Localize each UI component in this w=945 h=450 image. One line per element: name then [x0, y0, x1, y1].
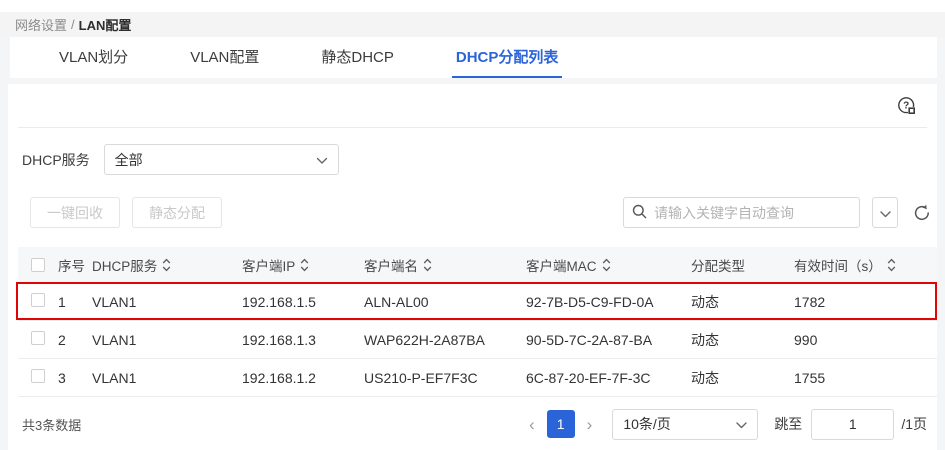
- cell-lease-time: 1755: [794, 369, 826, 386]
- column-header-dhcp-service[interactable]: DHCP服务: [92, 255, 242, 275]
- table-row: 1 VLAN1 192.168.1.5 ALN-AL00 92-7B-D5-C9…: [16, 282, 937, 321]
- page-number-button[interactable]: 1: [546, 410, 575, 438]
- total-count-text: 共3条数据: [22, 417, 82, 433]
- top-strip: [0, 0, 945, 12]
- cell-client-ip: 192.168.1.5: [242, 293, 316, 310]
- chevron-down-icon: [316, 152, 328, 168]
- cell-dhcp-service: VLAN1: [92, 293, 137, 310]
- sort-icon[interactable]: [602, 258, 611, 272]
- tab-bar: VLAN划分 VLAN配置 静态DHCP DHCP分配列表: [10, 37, 937, 78]
- search-input[interactable]: [654, 204, 851, 221]
- column-header-client-name[interactable]: 客户端名: [364, 255, 526, 275]
- cell-index: 2: [58, 331, 66, 348]
- breadcrumb: 网络设置 / LAN配置: [0, 12, 945, 37]
- page-size-value: 10条/页: [623, 416, 671, 432]
- sort-icon[interactable]: [423, 258, 432, 272]
- cell-alloc-type: 动态: [691, 331, 719, 348]
- row-checkbox[interactable]: [31, 293, 45, 307]
- column-header-lease-time[interactable]: 有效时间（s）: [794, 255, 937, 275]
- help-icon[interactable]: ?: [897, 96, 917, 119]
- breadcrumb-separator: /: [71, 17, 75, 32]
- cell-alloc-type: 动态: [691, 369, 719, 386]
- one-key-recycle-button[interactable]: 一键回收: [30, 197, 120, 228]
- dhcp-service-select[interactable]: 全部: [103, 144, 339, 175]
- cell-index: 3: [58, 369, 66, 386]
- total-pages-text: /1页: [901, 416, 927, 432]
- cell-client-name: WAP622H-2A87BA: [364, 331, 485, 348]
- table-row: 2 VLAN1 192.168.1.3 WAP622H-2A87BA 90-5D…: [18, 321, 937, 359]
- table-row: 3 VLAN1 192.168.1.2 US210-P-EF7F3C 6C-87…: [18, 359, 937, 397]
- cell-dhcp-service: VLAN1: [92, 331, 137, 348]
- column-header-client-mac[interactable]: 客户端MAC: [526, 255, 691, 275]
- sort-icon[interactable]: [887, 258, 896, 272]
- column-header-client-ip[interactable]: 客户端IP: [242, 255, 364, 275]
- tab-dhcp-allocation-list[interactable]: DHCP分配列表: [451, 37, 563, 78]
- divider: [18, 127, 927, 128]
- page-size-select[interactable]: 10条/页: [612, 408, 759, 440]
- tab-vlan-division[interactable]: VLAN划分: [55, 37, 132, 78]
- row-checkbox[interactable]: [31, 369, 45, 383]
- jump-to-label: 跳至: [774, 416, 803, 432]
- dhcp-service-filter-label: DHCP服务: [22, 151, 90, 168]
- cell-client-name: ALN-AL00: [364, 293, 429, 310]
- cell-client-ip: 192.168.1.3: [242, 331, 316, 348]
- prev-page-icon[interactable]: ‹: [523, 416, 541, 433]
- cell-index: 1: [58, 293, 66, 310]
- row-checkbox[interactable]: [31, 331, 45, 345]
- select-all-checkbox[interactable]: [31, 258, 45, 272]
- chevron-down-icon: [736, 416, 748, 432]
- dhcp-service-select-value: 全部: [114, 151, 143, 168]
- table-header-row: 序号 DHCP服务 客户端IP 客户端名 客户端MAC 分配类型 有效时间（s）: [18, 247, 937, 283]
- search-box: [623, 197, 860, 228]
- cell-client-name: US210-P-EF7F3C: [364, 369, 478, 386]
- sort-icon[interactable]: [162, 258, 171, 272]
- search-icon: [632, 204, 647, 222]
- sort-icon[interactable]: [300, 258, 309, 272]
- table-footer: 共3条数据 ‹ 1 › 10条/页 跳至 /1页: [22, 405, 927, 443]
- column-header-index: 序号: [58, 259, 85, 274]
- cell-client-mac: 92-7B-D5-C9-FD-0A: [526, 293, 654, 310]
- chevron-down-icon: [879, 205, 891, 221]
- breadcrumb-section[interactable]: 网络设置: [15, 15, 67, 34]
- search-expand-button[interactable]: [872, 197, 898, 228]
- cell-lease-time: 990: [794, 331, 818, 348]
- cell-dhcp-service: VLAN1: [92, 369, 137, 386]
- next-page-icon[interactable]: ›: [581, 416, 599, 433]
- cell-client-ip: 192.168.1.2: [242, 369, 316, 386]
- cell-client-mac: 6C-87-20-EF-7F-3C: [526, 369, 651, 386]
- cell-client-mac: 90-5D-7C-2A-87-BA: [526, 331, 653, 348]
- content-panel: ? DHCP服务 全部 一键回收 静态分配 请输入关键字自动查询 序号 DHCP…: [8, 84, 937, 450]
- refresh-icon[interactable]: [913, 204, 931, 222]
- cell-alloc-type: 动态: [691, 293, 719, 310]
- cell-lease-time: 1782: [794, 293, 826, 310]
- static-assign-button[interactable]: 静态分配: [132, 197, 222, 228]
- tab-static-dhcp[interactable]: 静态DHCP: [317, 37, 398, 78]
- tab-vlan-config[interactable]: VLAN配置: [186, 37, 263, 78]
- jump-page-input[interactable]: [811, 408, 895, 440]
- table-body: 1 VLAN1 192.168.1.5 ALN-AL00 92-7B-D5-C9…: [16, 282, 937, 397]
- column-header-alloc-type: 分配类型: [691, 259, 745, 274]
- breadcrumb-current: LAN配置: [78, 18, 132, 33]
